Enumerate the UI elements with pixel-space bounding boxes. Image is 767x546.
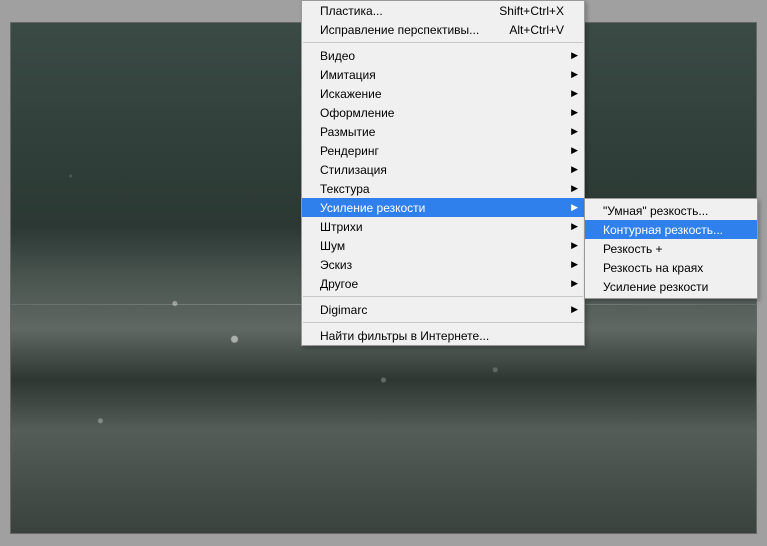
menu-item-label: Имитация — [320, 68, 564, 82]
submenu-item-smart-sharpen[interactable]: "Умная" резкость... — [585, 201, 757, 220]
menu-item-label: Оформление — [320, 106, 564, 120]
menu-item-label: Искажение — [320, 87, 564, 101]
submenu-arrow-icon: ▶ — [571, 70, 578, 79]
menu-item-artistic[interactable]: Имитация ▶ — [302, 65, 584, 84]
submenu-arrow-icon: ▶ — [571, 260, 578, 269]
menu-item-stylize[interactable]: Стилизация ▶ — [302, 160, 584, 179]
menu-item-distort[interactable]: Искажение ▶ — [302, 84, 584, 103]
submenu-item-unsharp-mask[interactable]: Контурная резкость... — [585, 220, 757, 239]
menu-item-label: Рендеринг — [320, 144, 564, 158]
menu-item-noise[interactable]: Шум ▶ — [302, 236, 584, 255]
submenu-arrow-icon: ▶ — [571, 51, 578, 60]
menu-item-label: Усиление резкости — [603, 280, 737, 294]
menu-item-label: Усиление резкости — [320, 201, 564, 215]
menu-item-label: Исправление перспективы... — [320, 23, 509, 37]
menu-separator — [303, 322, 583, 323]
menu-item-label: Digimarc — [320, 303, 564, 317]
submenu-arrow-icon: ▶ — [571, 305, 578, 314]
menu-item-label: Шум — [320, 239, 564, 253]
menu-item-label: Резкость + — [603, 242, 737, 256]
menu-item-blur[interactable]: Размытие ▶ — [302, 122, 584, 141]
menu-item-label: Другое — [320, 277, 564, 291]
menu-item-label: "Умная" резкость... — [603, 204, 737, 218]
menu-item-liquify[interactable]: Пластика... Shift+Ctrl+X — [302, 1, 584, 20]
menu-item-label: Штрихи — [320, 220, 564, 234]
submenu-arrow-icon: ▶ — [571, 241, 578, 250]
menu-item-digimarc[interactable]: Digimarc ▶ — [302, 300, 584, 319]
submenu-item-sharpen-more[interactable]: Резкость + — [585, 239, 757, 258]
submenu-arrow-icon: ▶ — [571, 108, 578, 117]
submenu-arrow-icon: ▶ — [571, 184, 578, 193]
menu-item-other[interactable]: Другое ▶ — [302, 274, 584, 293]
submenu-arrow-icon: ▶ — [571, 89, 578, 98]
menu-item-label: Размытие — [320, 125, 564, 139]
menu-item-sharpen[interactable]: Усиление резкости ▶ — [302, 198, 584, 217]
menu-item-label: Найти фильтры в Интернете... — [320, 329, 564, 343]
menu-item-texture[interactable]: Текстура ▶ — [302, 179, 584, 198]
menu-item-label: Пластика... — [320, 4, 499, 18]
submenu-arrow-icon: ▶ — [571, 165, 578, 174]
submenu-arrow-icon: ▶ — [571, 127, 578, 136]
menu-item-label: Резкость на краях — [603, 261, 737, 275]
submenu-item-sharpen[interactable]: Усиление резкости — [585, 277, 757, 296]
submenu-item-sharpen-edges[interactable]: Резкость на краях — [585, 258, 757, 277]
menu-item-shortcut: Alt+Ctrl+V — [509, 23, 564, 37]
sharpen-submenu: "Умная" резкость... Контурная резкость..… — [584, 198, 758, 299]
submenu-arrow-icon: ▶ — [571, 279, 578, 288]
menu-item-vanishing-point[interactable]: Исправление перспективы... Alt+Ctrl+V — [302, 20, 584, 39]
menu-item-browse-filters[interactable]: Найти фильтры в Интернете... — [302, 326, 584, 345]
filter-menu: Пластика... Shift+Ctrl+X Исправление пер… — [301, 0, 585, 346]
menu-item-label: Эскиз — [320, 258, 564, 272]
menu-separator — [303, 296, 583, 297]
menu-item-shortcut: Shift+Ctrl+X — [499, 4, 564, 18]
menu-item-label: Текстура — [320, 182, 564, 196]
menu-item-pixelate[interactable]: Оформление ▶ — [302, 103, 584, 122]
submenu-arrow-icon: ▶ — [571, 203, 578, 212]
menu-item-sketch[interactable]: Эскиз ▶ — [302, 255, 584, 274]
submenu-arrow-icon: ▶ — [571, 222, 578, 231]
menu-item-label: Контурная резкость... — [603, 223, 737, 237]
menu-item-label: Видео — [320, 49, 564, 63]
submenu-arrow-icon: ▶ — [571, 146, 578, 155]
menu-item-render[interactable]: Рендеринг ▶ — [302, 141, 584, 160]
menu-item-brush-strokes[interactable]: Штрихи ▶ — [302, 217, 584, 236]
menu-item-video[interactable]: Видео ▶ — [302, 46, 584, 65]
menu-separator — [303, 42, 583, 43]
menu-item-label: Стилизация — [320, 163, 564, 177]
